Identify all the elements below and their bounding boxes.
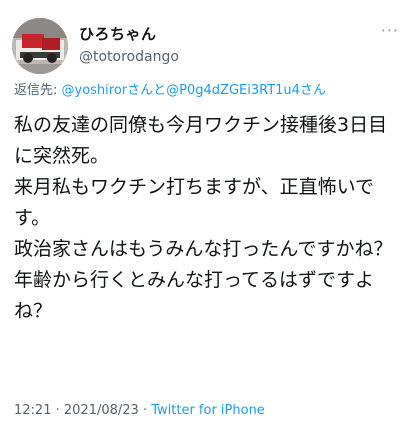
tweet-time[interactable]: 12:21 <box>14 403 51 418</box>
user-handle[interactable]: @totorodango <box>79 47 179 67</box>
meta-separator: · <box>51 403 64 418</box>
reply-context: 返信先: @yoshirorさんと@P0g4dZGEi3RT1u4さん <box>14 82 326 100</box>
tweet-text: 私の友達の同僚も今月ワクチン接種後3日目に突然死。 来月私もワクチン打ちますが、… <box>14 114 393 322</box>
reply-mention-1[interactable]: @yoshiror <box>62 83 128 98</box>
tweet: ひろちゃん @totorodango ··· 返信先: @yoshirorさんと… <box>0 0 413 433</box>
user-names: ひろちゃん @totorodango <box>79 24 179 67</box>
reply-joiner: さんと <box>127 83 167 98</box>
reply-mention-2[interactable]: @P0g4dZGEi3RT1u4 <box>166 83 300 98</box>
avatar-photo-icon <box>12 18 68 74</box>
tweet-meta: 12:21 · 2021/08/23 · Twitter for iPhone <box>14 402 265 420</box>
display-name[interactable]: ひろちゃん <box>79 24 179 44</box>
avatar[interactable] <box>12 18 68 74</box>
tweet-date[interactable]: 2021/08/23 <box>64 403 139 418</box>
reply-prefix: 返信先: <box>14 83 62 98</box>
more-options-icon[interactable]: ··· <box>381 23 399 39</box>
tweet-source[interactable]: Twitter for iPhone <box>151 403 265 418</box>
reply-suffix: さん <box>299 83 326 98</box>
meta-separator: · <box>138 403 152 418</box>
